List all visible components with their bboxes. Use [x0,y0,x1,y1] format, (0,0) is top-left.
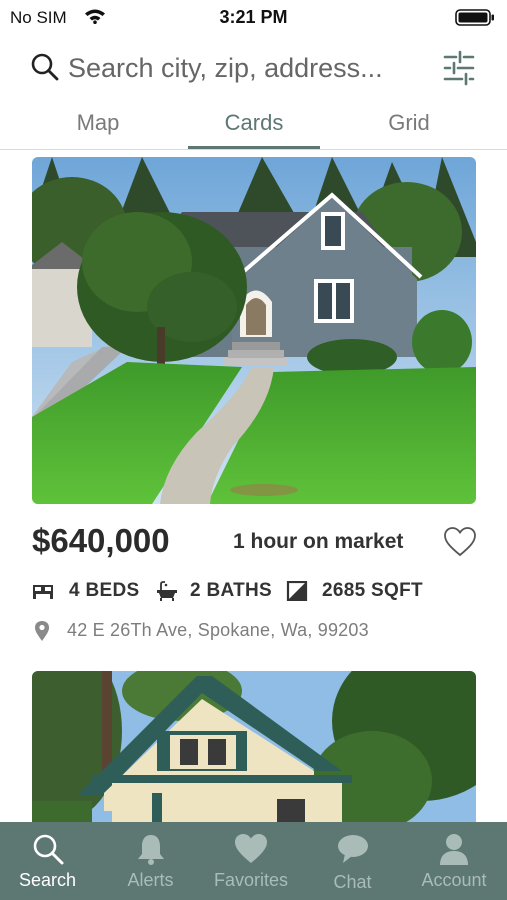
nav-alerts[interactable]: Alerts [103,822,198,900]
search-icon [33,834,63,865]
nav-chat-label: Chat [333,872,372,892]
listing-price: $640,000 [32,522,170,559]
listing-address-row: 42 E 26Th Ave, Spokane, Wa, 99203 [32,619,482,645]
listing-address: 42 E 26Th Ave, Spokane, Wa, 99203 [67,620,369,640]
beds-count: 4 BEDS [69,580,140,601]
time-on-market: 1 hour on market [233,530,404,553]
heart-icon [235,834,267,863]
nav-chat[interactable]: Chat [305,822,400,900]
bottom-nav: Search Alerts Favorites Chat Account [0,822,507,900]
nav-alerts-label: Alerts [127,870,174,890]
nav-search[interactable]: Search [0,822,95,900]
nav-favorites-label: Favorites [213,870,289,890]
listing-photo[interactable] [32,671,476,823]
filter-sliders-icon[interactable] [442,50,476,86]
active-tab-indicator [188,146,320,149]
tab-grid[interactable]: Grid [359,110,459,136]
bathtub-icon [157,581,177,601]
battery-icon [455,9,494,26]
bed-icon [33,585,53,599]
baths-count: 2 BATHS [190,580,272,601]
area-sqft-icon [286,581,308,601]
chat-bubble-icon [337,835,368,863]
nav-account-label: Account [421,870,487,890]
nav-favorites[interactable]: Favorites [200,822,302,900]
status-time: 3:21 PM [219,7,288,27]
search-input[interactable] [68,48,428,88]
status-bar: No SIM 3:21 PM [0,0,507,34]
search-icon [31,53,59,81]
heart-outline-icon[interactable] [443,526,477,558]
nav-search-label: Search [18,870,77,890]
tab-cards[interactable]: Cards [188,110,320,136]
nav-account[interactable]: Account [405,822,503,900]
view-tabs: Map Cards Grid [0,100,507,150]
sqft-value: 2685 SQFT [322,580,423,601]
search-bar [0,40,507,96]
person-icon [440,834,468,865]
listing-specs: 4 BEDS 2 BATHS 2685 SQFT [32,578,482,604]
tab-map[interactable]: Map [48,110,148,136]
location-pin-icon [35,621,49,641]
bell-icon [137,835,164,865]
listing-photo[interactable] [32,157,476,504]
